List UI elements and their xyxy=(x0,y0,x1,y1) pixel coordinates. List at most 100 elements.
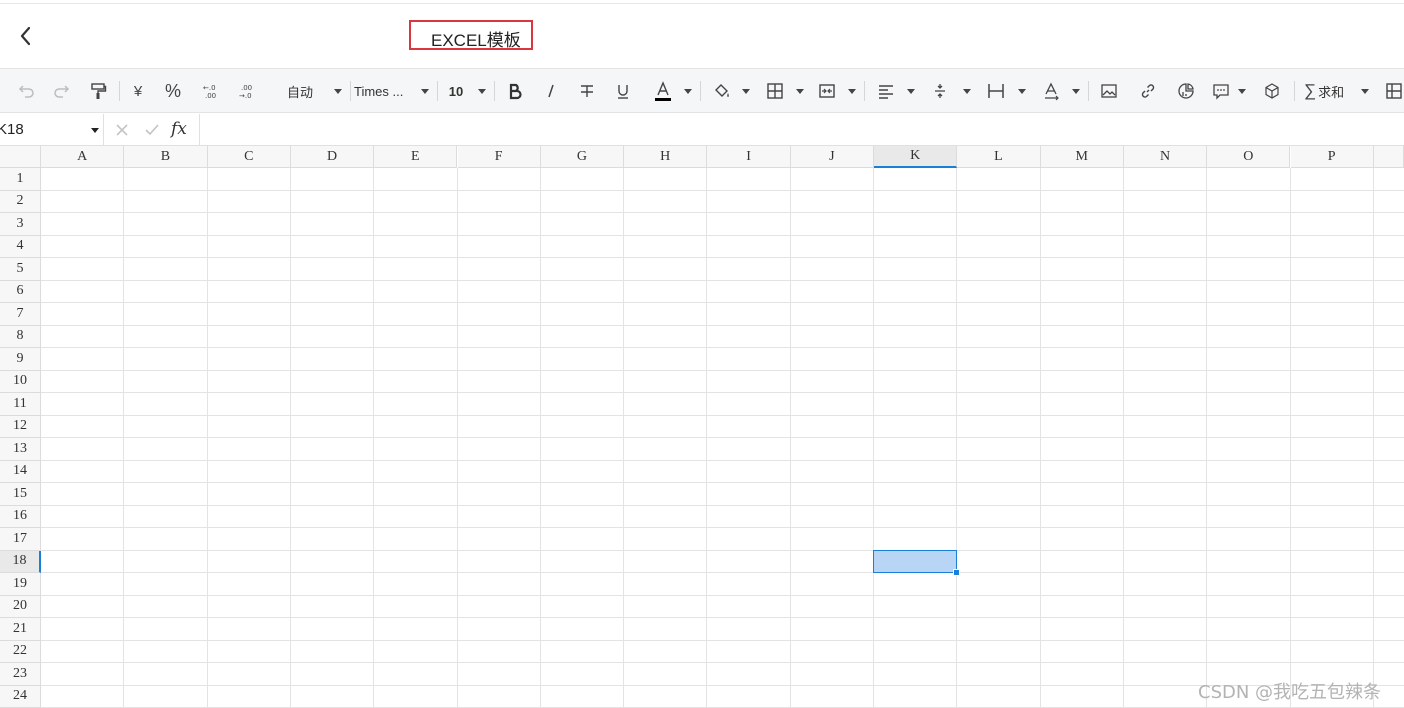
row-header-23[interactable]: 23 xyxy=(0,663,41,686)
function-icon[interactable]: fx xyxy=(171,119,187,139)
row-header-4[interactable]: 4 xyxy=(0,235,41,258)
format-painter-button[interactable] xyxy=(86,77,110,105)
font-family-select[interactable]: Times ... xyxy=(354,77,414,105)
column-header-h[interactable]: H xyxy=(624,146,708,168)
redo-button[interactable] xyxy=(50,77,74,105)
column-header-j[interactable]: J xyxy=(790,146,874,168)
sum-button[interactable]: ∑ 求和 xyxy=(1304,77,1354,105)
comment-dropdown[interactable] xyxy=(1236,77,1248,105)
row-header-2[interactable]: 2 xyxy=(0,190,41,213)
confirm-edit-button[interactable] xyxy=(142,120,162,140)
font-family-dropdown[interactable] xyxy=(419,77,431,105)
fill-color-button[interactable] xyxy=(710,77,734,105)
row-header-13[interactable]: 13 xyxy=(0,438,41,461)
fill-color-dropdown[interactable] xyxy=(740,77,752,105)
row-header-21[interactable]: 21 xyxy=(0,618,41,641)
chevron-down-icon[interactable] xyxy=(91,128,99,133)
insert-chart-button[interactable] xyxy=(1174,77,1198,105)
formula-input[interactable] xyxy=(200,114,1404,145)
horizontal-align-button[interactable] xyxy=(874,77,898,105)
fill-handle[interactable] xyxy=(953,569,961,576)
data-validation-button[interactable] xyxy=(1260,77,1284,105)
text-wrap-dropdown[interactable] xyxy=(1016,77,1028,105)
row-header-24[interactable]: 24 xyxy=(0,685,41,708)
insert-comment-button[interactable] xyxy=(1209,77,1233,105)
font-size-select[interactable]: 10 xyxy=(444,77,468,105)
row-header-11[interactable]: 11 xyxy=(0,393,41,416)
column-header-d[interactable]: D xyxy=(290,146,375,168)
number-format-dropdown[interactable] xyxy=(332,77,344,105)
sum-dropdown[interactable] xyxy=(1359,77,1371,105)
back-button[interactable] xyxy=(14,22,38,50)
name-box[interactable]: K18 xyxy=(0,114,104,145)
cancel-edit-button[interactable] xyxy=(112,120,132,140)
column-header-g[interactable]: G xyxy=(540,146,625,168)
row-header-20[interactable]: 20 xyxy=(0,595,41,618)
insert-image-button[interactable] xyxy=(1097,77,1121,105)
font-color-dropdown[interactable] xyxy=(682,77,694,105)
merge-cells-button[interactable] xyxy=(815,77,839,105)
freeze-panes-button[interactable] xyxy=(1382,77,1404,105)
strikethrough-button[interactable] xyxy=(576,77,598,105)
column-header-k[interactable]: K xyxy=(874,146,958,168)
vertical-align-button[interactable] xyxy=(928,77,952,105)
row-header-14[interactable]: 14 xyxy=(0,460,41,483)
row-header-10[interactable]: 10 xyxy=(0,370,41,393)
column-header-i[interactable]: I xyxy=(707,146,791,168)
column-header-b[interactable]: B xyxy=(124,146,208,168)
svg-text:.00: .00 xyxy=(205,92,216,100)
row-header-1[interactable]: 1 xyxy=(0,168,41,191)
merge-cells-dropdown[interactable] xyxy=(846,77,858,105)
row-header-7[interactable]: 7 xyxy=(0,303,41,326)
row-header-15[interactable]: 15 xyxy=(0,483,41,506)
sum-label: 求和 xyxy=(1318,84,1345,100)
font-family-value: Times ... xyxy=(354,83,404,99)
row-header-9[interactable]: 9 xyxy=(0,348,41,371)
spreadsheet-grid[interactable]: A B C D E F G H I J K L M N O P 1 2 3 4 5 6 7 8 9 10 11 12 13 14 15 16 1… xyxy=(0,146,1404,708)
column-header-f[interactable]: F xyxy=(457,146,541,168)
column-header-l[interactable]: L xyxy=(957,146,1041,168)
column-header-c[interactable]: C xyxy=(207,146,291,168)
select-all-corner[interactable] xyxy=(0,146,41,168)
text-rotate-button[interactable] xyxy=(1040,77,1064,105)
number-format-select[interactable]: 自动 xyxy=(280,77,320,105)
horizontal-align-dropdown[interactable] xyxy=(905,77,917,105)
column-header-m[interactable]: M xyxy=(1040,146,1124,168)
row-header-5[interactable]: 5 xyxy=(0,258,41,281)
bold-button[interactable] xyxy=(504,77,526,105)
row-header-12[interactable]: 12 xyxy=(0,415,41,438)
underline-button[interactable] xyxy=(612,77,634,105)
font-size-dropdown[interactable] xyxy=(476,77,488,105)
column-header-n[interactable]: N xyxy=(1123,146,1208,168)
row-header-17[interactable]: 17 xyxy=(0,528,41,551)
row-header-16[interactable]: 16 xyxy=(0,505,41,528)
column-header-e[interactable]: E xyxy=(374,146,458,168)
row-header-3[interactable]: 3 xyxy=(0,213,41,236)
font-color-button[interactable] xyxy=(652,77,674,105)
currency-format-button[interactable]: ¥ xyxy=(128,77,148,105)
vertical-align-dropdown[interactable] xyxy=(961,77,973,105)
column-header-o[interactable]: O xyxy=(1207,146,1291,168)
row-header-18[interactable]: 18 xyxy=(0,550,41,573)
chevron-down-icon xyxy=(907,88,915,94)
column-header-overflow[interactable] xyxy=(1373,146,1404,168)
decrease-decimal-button[interactable]: ←.0.00 xyxy=(198,77,222,105)
border-grid-icon xyxy=(767,83,783,99)
increase-decimal-button[interactable]: .00 →.0 xyxy=(234,77,258,105)
row-header-8[interactable]: 8 xyxy=(0,325,41,348)
text-rotate-dropdown[interactable] xyxy=(1070,77,1082,105)
active-cell-selection[interactable] xyxy=(873,549,958,573)
row-header-22[interactable]: 22 xyxy=(0,640,41,663)
column-header-p[interactable]: P xyxy=(1290,146,1374,168)
border-button[interactable] xyxy=(763,77,787,105)
italic-button[interactable] xyxy=(540,77,562,105)
percent-format-button[interactable]: % xyxy=(162,77,184,105)
row-header-6[interactable]: 6 xyxy=(0,280,41,303)
column-header-a[interactable]: A xyxy=(41,146,125,168)
row-header-19[interactable]: 19 xyxy=(0,573,41,596)
undo-button[interactable] xyxy=(14,77,38,105)
grid-line xyxy=(41,549,1404,551)
border-dropdown[interactable] xyxy=(794,77,806,105)
insert-link-button[interactable] xyxy=(1136,77,1160,105)
text-wrap-button[interactable] xyxy=(984,77,1008,105)
